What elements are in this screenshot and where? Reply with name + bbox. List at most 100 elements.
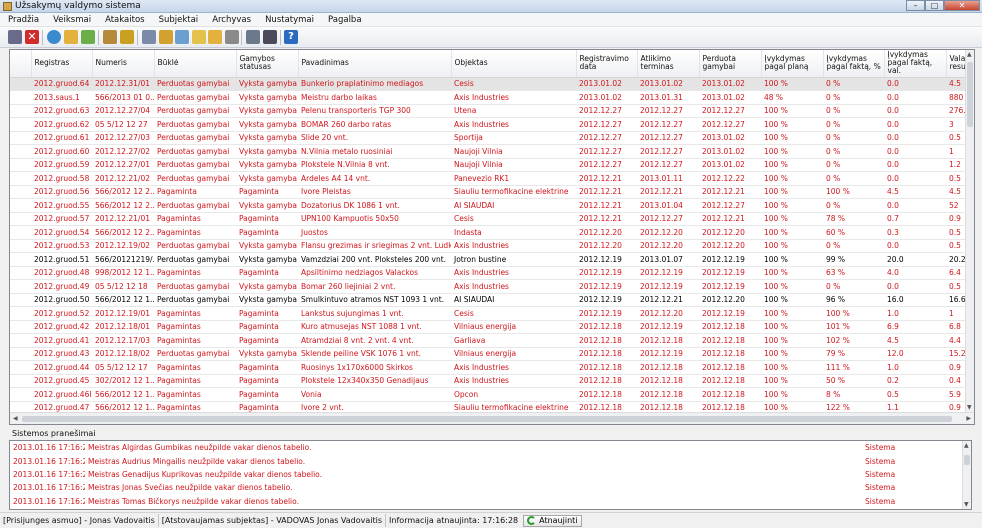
table-row[interactable]: 2012.gruod.43 2012.12.18/02 Perduotas gamy… bbox=[10, 347, 970, 361]
delete-icon[interactable]: ✕ bbox=[25, 30, 39, 44]
row-header[interactable] bbox=[10, 90, 31, 105]
menu-veiksmai[interactable]: Veiksmai bbox=[45, 13, 97, 26]
save-icon[interactable] bbox=[225, 30, 239, 44]
column-header[interactable]: Gamybos statusas bbox=[236, 50, 299, 78]
message-row[interactable]: 2013.01.16 17:16:28 Meistras Tomas Bičkor… bbox=[10, 495, 962, 508]
row-header[interactable] bbox=[10, 198, 31, 213]
menu-pradzia[interactable]: Pradžia bbox=[0, 13, 45, 26]
help-icon[interactable]: ? bbox=[284, 30, 298, 44]
table-row[interactable]: 2012.gruod.62 05 5/12 12 27 Perduotas gamy… bbox=[10, 117, 970, 132]
row-header[interactable] bbox=[10, 185, 31, 199]
table-row[interactable]: 2012.gruod.45 302/2012 12 1... Pagamintas P… bbox=[10, 374, 970, 388]
scroll-left-icon[interactable]: ◀ bbox=[13, 415, 18, 422]
message-row[interactable]: 2013.01.16 17:16:28 Meistras Jonas Svečia… bbox=[10, 481, 962, 494]
message-row[interactable]: 2013.01.16 17:16:28 Meistras Algirdas Gum… bbox=[10, 441, 962, 454]
column-header[interactable]: Būklė bbox=[154, 50, 237, 78]
scroll-up-icon[interactable]: ▲ bbox=[967, 51, 972, 58]
grid-horizontal-scrollbar[interactable]: ◀ ▶ bbox=[10, 412, 974, 424]
messages-panel[interactable]: 2013.01.16 17:16:28 Meistras Algirdas Gum… bbox=[9, 440, 972, 510]
table-row[interactable]: 2012.gruod.55 566/2012 12 2... Perduotas g… bbox=[10, 198, 970, 213]
archive-icon[interactable] bbox=[103, 30, 117, 44]
report-icon[interactable] bbox=[263, 30, 277, 44]
row-header[interactable] bbox=[10, 225, 31, 240]
row-header[interactable] bbox=[10, 212, 31, 226]
table-row[interactable]: 2012.gruod.54 566/2012 12 2... Pagamintas P… bbox=[10, 225, 970, 240]
scroll-thumb[interactable] bbox=[964, 455, 970, 465]
column-header[interactable]: Registras bbox=[31, 50, 93, 78]
table-row[interactable]: 2013.saus.1 566/2013 01 0... Perduotas gam… bbox=[10, 90, 970, 105]
refresh-button[interactable]: Atnaujinti bbox=[523, 514, 582, 527]
table-row[interactable]: 2012.gruod.46I...566/2012 12 1...Pagamin… bbox=[10, 387, 970, 402]
scroll-up-icon[interactable]: ▲ bbox=[964, 442, 969, 449]
row-header[interactable] bbox=[10, 333, 31, 348]
column-header[interactable]: Registravimo data bbox=[576, 50, 638, 78]
table-row[interactable]: 2012.gruod.64 2012.12.31/01 Perduotas gamy… bbox=[10, 77, 970, 91]
column-header[interactable]: Numeris bbox=[92, 50, 155, 78]
mail-icon[interactable] bbox=[192, 30, 206, 44]
table-row[interactable]: 2012.gruod.41 2012.12.17/03 Pagamintas Paga… bbox=[10, 333, 970, 348]
message-row[interactable]: 2013.01.16 17:16:28 Meistras Genadijus Ku… bbox=[10, 468, 962, 481]
menu-pagalba[interactable]: Pagalba bbox=[320, 13, 368, 26]
table-row[interactable]: 2012.gruod.60 2012.12.27/02 Perduotas gamy… bbox=[10, 144, 970, 159]
column-header[interactable]: Perduota gamybai bbox=[699, 50, 762, 78]
refresh-icon[interactable] bbox=[47, 30, 61, 44]
download-icon[interactable] bbox=[159, 30, 173, 44]
minimize-button[interactable]: – bbox=[906, 0, 925, 11]
menu-archyvas[interactable]: Archyvas bbox=[204, 13, 257, 26]
folder-icon[interactable] bbox=[64, 30, 78, 44]
add-icon[interactable] bbox=[81, 30, 95, 44]
column-header[interactable]: Įvykdymas pagal planą bbox=[761, 50, 824, 78]
table-row[interactable]: 2012.gruod.52 2012.12.19/01 Pagamintas Paga… bbox=[10, 306, 970, 321]
table-row[interactable]: 2012.gruod.59 2012.12.27/01 Perduotas gamy… bbox=[10, 158, 970, 172]
column-header[interactable]: Objektas bbox=[451, 50, 577, 78]
row-header[interactable] bbox=[10, 347, 31, 361]
maximize-button[interactable]: □ bbox=[925, 0, 944, 11]
row-header[interactable] bbox=[10, 171, 31, 186]
menu-atakaitos[interactable]: Atakaitos bbox=[97, 13, 151, 26]
menu-nustatymai[interactable]: Nustatymai bbox=[257, 13, 320, 26]
scroll-thumb[interactable] bbox=[22, 416, 952, 422]
column-header[interactable]: Atlikimo terminas bbox=[637, 50, 700, 78]
row-header[interactable] bbox=[10, 306, 31, 321]
message-row[interactable]: 2013.01.16 17:16:28 Meistras Audrius Ming… bbox=[10, 454, 962, 467]
settings-icon[interactable] bbox=[246, 30, 260, 44]
table-row[interactable]: 2012.gruod.57 2012.12.21/01 Pagamintas Paga… bbox=[10, 212, 970, 226]
table-row[interactable]: 2012.gruod.51 566/20121219/... Perduotas g… bbox=[10, 252, 970, 267]
table-row[interactable]: 2012.gruod.58 2012.12.21/02 Perduotas gamy… bbox=[10, 171, 970, 186]
close-button[interactable]: ✕ bbox=[944, 0, 980, 11]
row-header[interactable] bbox=[10, 266, 31, 280]
row-header[interactable] bbox=[10, 252, 31, 267]
menu-subjektai[interactable]: Subjektai bbox=[151, 13, 205, 26]
row-header[interactable] bbox=[10, 158, 31, 172]
scroll-down-icon[interactable]: ▼ bbox=[964, 501, 969, 508]
row-header[interactable] bbox=[10, 360, 31, 375]
scroll-thumb[interactable] bbox=[967, 62, 973, 127]
orders-grid[interactable]: Registras Numeris Būklė Gamybos statusas… bbox=[9, 49, 975, 425]
grid-vertical-scrollbar[interactable]: ▲ ▼ bbox=[965, 50, 974, 412]
table-row[interactable]: 2012.gruod.49 05 5/12 12 18 Perduotas gamy… bbox=[10, 279, 970, 294]
table-row[interactable]: 2012.gruod.63 2012.12.27/04 Perduotas gamy… bbox=[10, 104, 970, 118]
row-header[interactable] bbox=[10, 104, 31, 118]
row-header[interactable] bbox=[10, 239, 31, 253]
table-row[interactable]: 2012.gruod.42 2012.12.18/01 Pagamintas Paga… bbox=[10, 320, 970, 334]
folder-open-icon[interactable] bbox=[208, 30, 222, 44]
scroll-right-icon[interactable]: ▶ bbox=[966, 415, 971, 422]
column-header[interactable]: Įvykdymas pagal faktą, val. bbox=[884, 50, 947, 78]
row-header[interactable] bbox=[10, 293, 31, 307]
export-icon[interactable] bbox=[142, 30, 156, 44]
column-header[interactable]: Įvykdymas pagal faktą, % bbox=[823, 50, 885, 78]
user-icon[interactable] bbox=[8, 30, 22, 44]
row-header[interactable] bbox=[10, 279, 31, 294]
row-header[interactable] bbox=[10, 387, 31, 402]
row-header[interactable] bbox=[10, 131, 31, 145]
table-row[interactable]: 2012.gruod.48 998/2012 12 1... Pagamintas P… bbox=[10, 266, 970, 280]
row-header[interactable] bbox=[10, 77, 31, 91]
row-header[interactable] bbox=[10, 144, 31, 159]
table-row[interactable]: 2012.gruod.53 2012.12.19/02 Perduotas gamy… bbox=[10, 239, 970, 253]
table-row[interactable]: 2012.gruod.50 566/2012 12 1... Perduotas g… bbox=[10, 293, 970, 307]
column-header[interactable]: Pavadinimas bbox=[298, 50, 452, 78]
grid-icon[interactable] bbox=[175, 30, 189, 44]
scroll-down-icon[interactable]: ▼ bbox=[967, 404, 972, 411]
table-row[interactable]: 2012.gruod.56 566/2012 12 2... Pagaminta Pa… bbox=[10, 185, 970, 199]
messages-scrollbar[interactable]: ▲ ▼ bbox=[962, 441, 971, 509]
